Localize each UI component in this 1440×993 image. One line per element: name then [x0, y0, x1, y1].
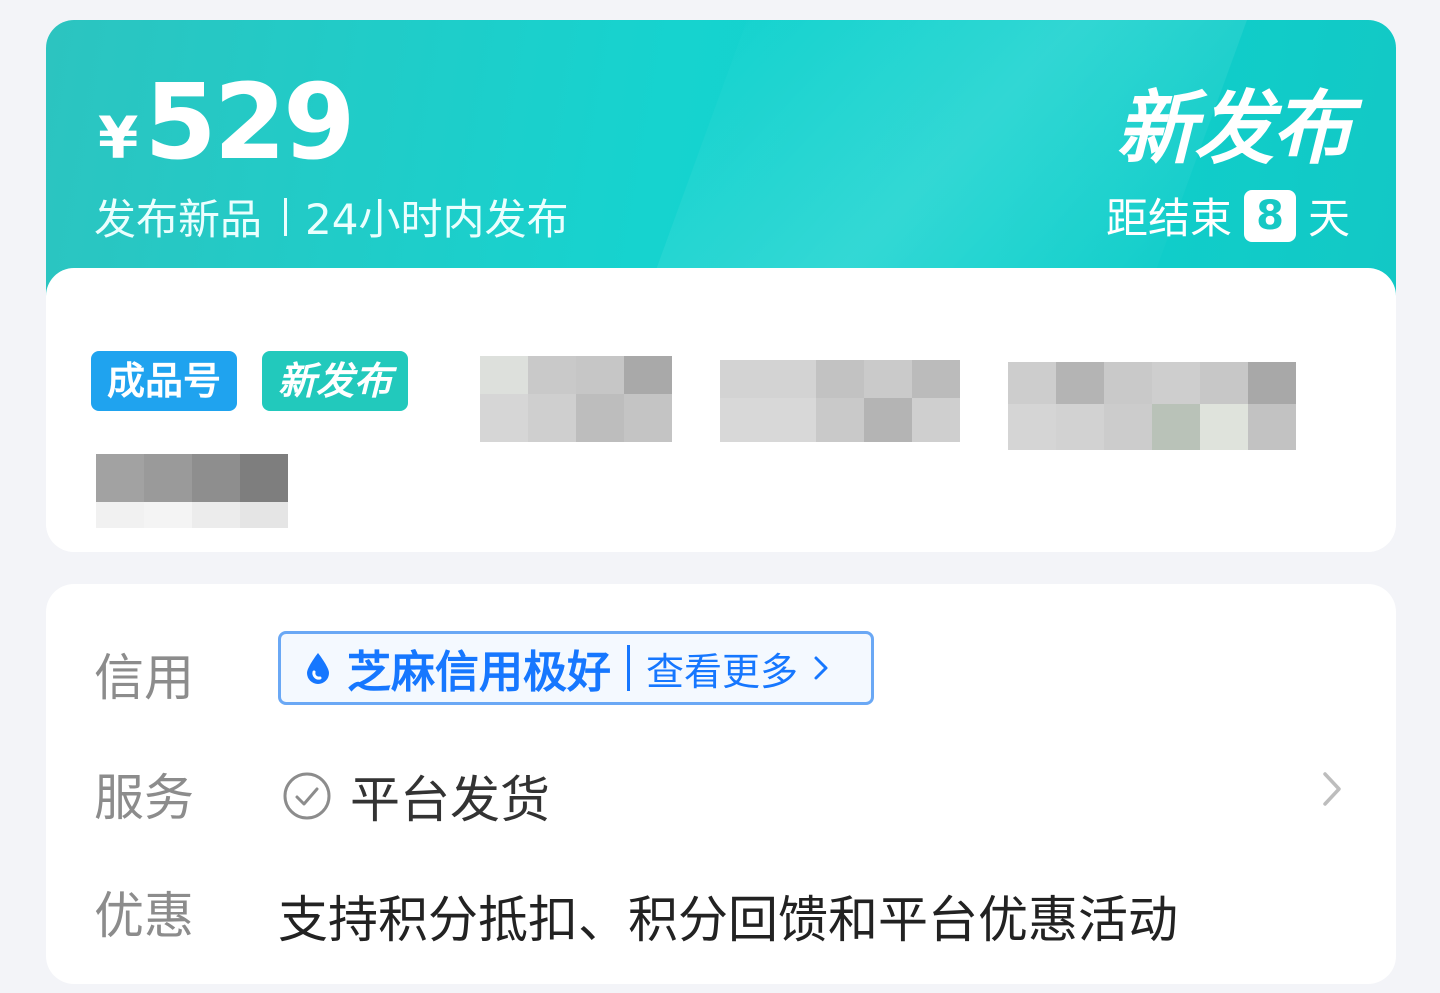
- redacted-title-block: [1008, 362, 1296, 450]
- countdown: 距结束 8 天: [1106, 185, 1350, 246]
- chevron-right-icon[interactable]: [1320, 770, 1344, 808]
- badge-new-release: 新发布: [262, 351, 409, 411]
- sesame-drop-icon: [307, 653, 329, 684]
- credit-divider: [627, 645, 630, 691]
- service-label: 服务: [94, 769, 194, 827]
- subtitle-left: 发布新品: [94, 195, 263, 244]
- new-release-tagline: 新发布: [1116, 82, 1352, 175]
- listing-title-panel: 成品号 新发布: [46, 268, 1396, 552]
- badge-finished-account: 成品号: [91, 351, 238, 411]
- currency-symbol: ¥: [98, 104, 139, 172]
- countdown-prefix: 距结束: [1105, 194, 1232, 243]
- price: ¥ 529: [98, 61, 355, 183]
- redacted-title-block: [720, 360, 960, 442]
- service-row[interactable]: 平台发货: [282, 760, 550, 832]
- countdown-days: 8: [1243, 189, 1296, 242]
- countdown-suffix: 天: [1307, 194, 1350, 243]
- credit-badge[interactable]: 芝麻信用极好 查看更多: [278, 631, 874, 705]
- redacted-title-block: [480, 356, 672, 442]
- check-circle-icon: [283, 772, 331, 820]
- promo-label: 优惠: [94, 887, 194, 945]
- chevron-right-icon: [814, 656, 828, 680]
- credit-label: 信用: [94, 649, 194, 707]
- credit-badge-text: 芝麻信用极好: [347, 647, 611, 698]
- listing-summary-card: ¥ 529 发布新品 24小时内发布 新发布 距结束 8 天 成品号 新发布: [46, 20, 1396, 552]
- subtitle-right: 24小时内发布: [305, 195, 569, 244]
- view-more-link[interactable]: 查看更多: [646, 641, 798, 696]
- price-banner: ¥ 529 发布新品 24小时内发布 新发布 距结束 8 天: [46, 20, 1396, 310]
- price-amount: 529: [144, 61, 355, 183]
- redacted-title-block: [96, 454, 288, 528]
- banner-subtitle: 发布新品 24小时内发布: [94, 186, 568, 247]
- service-text: 平台发货: [350, 771, 550, 829]
- listing-details-card: 信用 芝麻信用极好 查看更多 服务 平台发货 优惠 支持积分抵扣、积分回馈和平台…: [46, 584, 1396, 984]
- promo-text: 支持积分抵扣、积分回馈和平台优惠活动: [278, 891, 1178, 949]
- subtitle-divider: [284, 197, 288, 236]
